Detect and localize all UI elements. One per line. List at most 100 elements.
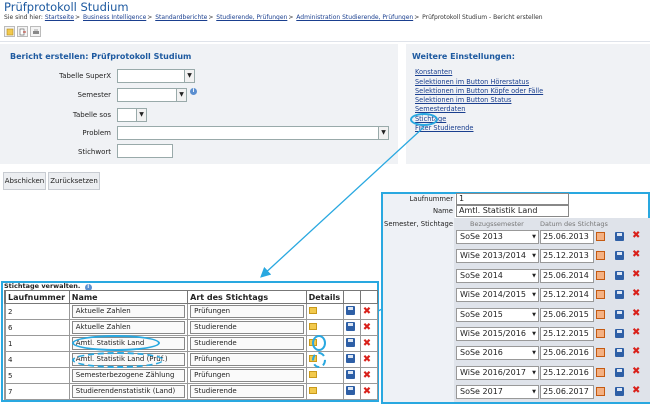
semester-value: SoSe 2016: [460, 348, 503, 358]
delete-icon[interactable]: ✖: [363, 307, 371, 317]
delete-icon[interactable]: ✖: [363, 355, 371, 365]
semester-select[interactable]: WiSe 2015/2016 ▼: [456, 327, 539, 341]
semester-select[interactable]: SoSe 2015 ▼: [456, 307, 539, 322]
delete-icon[interactable]: ✖: [363, 371, 371, 381]
cell-delete: ✖: [359, 367, 379, 384]
date-input[interactable]: 25.06.2014: [540, 268, 594, 283]
semester-select[interactable]: WiSe 2016/2017 ▼: [456, 365, 539, 380]
art-value: Studierende: [190, 337, 304, 350]
save-icon[interactable]: [345, 338, 355, 347]
cell-name: Aktuelle Zahlen: [68, 319, 189, 336]
art-value: Studierende: [190, 321, 304, 334]
save-icon[interactable]: [615, 309, 624, 319]
col-datum: Datum des Stichtags: [540, 220, 608, 228]
date-input[interactable]: 25.06.2013: [540, 230, 594, 244]
delete-icon[interactable]: ✖: [363, 339, 371, 349]
save-icon[interactable]: [615, 270, 624, 280]
chevron-down-icon: ▼: [532, 234, 536, 240]
cell-name: Semesterbezogene Zählung: [68, 367, 189, 384]
delete-icon[interactable]: ✖: [363, 323, 371, 333]
calendar-icon[interactable]: [596, 251, 605, 261]
calendar-icon[interactable]: [596, 270, 605, 280]
save-icon[interactable]: [345, 370, 355, 379]
edit-icon[interactable]: [308, 307, 317, 314]
save-icon[interactable]: [615, 348, 624, 358]
col-art: Art des Stichtags: [187, 290, 307, 304]
delete-icon[interactable]: ✖: [632, 328, 640, 338]
art-value: Studierende: [190, 385, 304, 398]
art-value: Prüfungen: [190, 369, 304, 382]
date-input[interactable]: 25.06.2017: [540, 385, 594, 400]
date-input[interactable]: 25.12.2016: [540, 365, 594, 380]
calendar-icon[interactable]: [596, 387, 605, 397]
col-details: Details: [305, 290, 344, 304]
save-icon[interactable]: [345, 322, 355, 331]
delete-icon[interactable]: ✖: [632, 289, 640, 299]
details-highlight-dashed: [312, 352, 326, 368]
chevron-down-icon: ▼: [532, 311, 536, 318]
cell-delete: ✖: [359, 319, 379, 336]
edit-icon[interactable]: [308, 387, 317, 394]
save-icon[interactable]: [615, 290, 624, 300]
edit-icon[interactable]: [308, 323, 317, 330]
save-icon[interactable]: [345, 354, 355, 363]
date-input[interactable]: 25.12.2015: [540, 327, 594, 341]
chevron-down-icon: ▼: [532, 331, 536, 337]
semester-value: WiSe 2015/2016: [460, 329, 526, 338]
date-input[interactable]: 25.06.2015: [540, 307, 594, 322]
laufnummer-field[interactable]: 1: [456, 193, 569, 205]
delete-icon[interactable]: ✖: [632, 231, 640, 241]
delete-icon[interactable]: ✖: [632, 308, 640, 318]
cell-art: Prüfungen: [187, 303, 307, 320]
semester-select[interactable]: SoSe 2016 ▼: [456, 346, 539, 361]
calendar-icon[interactable]: [596, 290, 605, 300]
save-icon[interactable]: [345, 306, 355, 315]
delete-icon[interactable]: ✖: [632, 347, 640, 357]
col-name: Name: [68, 290, 189, 304]
cell-delete: ✖: [359, 351, 379, 368]
date-input[interactable]: 25.06.2016: [540, 346, 594, 361]
save-icon[interactable]: [615, 367, 624, 377]
save-icon[interactable]: [345, 386, 355, 395]
row-highlight-dashed: [72, 352, 164, 368]
details-highlight: [312, 335, 326, 351]
art-value: Prüfungen: [190, 305, 304, 318]
save-icon[interactable]: [615, 232, 624, 241]
semester-value: SoSe 2014: [460, 270, 503, 280]
delete-icon[interactable]: ✖: [632, 250, 640, 260]
delete-icon[interactable]: ✖: [363, 387, 371, 397]
save-icon[interactable]: [615, 251, 624, 261]
cell-laufnummer: 4: [5, 351, 70, 368]
semester-value: SoSe 2013: [460, 232, 503, 241]
cell-art: Studierende: [187, 319, 307, 336]
save-icon[interactable]: [615, 329, 624, 338]
calendar-icon[interactable]: [596, 348, 605, 358]
calendar-icon[interactable]: [596, 232, 605, 241]
delete-icon[interactable]: ✖: [632, 386, 640, 396]
cell-delete: ✖: [359, 335, 379, 352]
table-row: 5 Semesterbezogene Zählung Prüfungen ✖: [4, 367, 379, 384]
delete-icon[interactable]: ✖: [632, 366, 640, 376]
delete-icon[interactable]: ✖: [632, 269, 640, 279]
calendar-icon[interactable]: [596, 309, 605, 319]
semester-select[interactable]: SoSe 2014 ▼: [456, 268, 539, 283]
edit-icon[interactable]: [308, 371, 317, 378]
save-icon[interactable]: [615, 387, 624, 397]
semester-select[interactable]: SoSe 2013 ▼: [456, 230, 539, 244]
name-field[interactable]: Amtl. Statistik Land: [456, 205, 569, 217]
semester-value: WiSe 2013/2014: [460, 251, 526, 261]
semester-value: SoSe 2017: [460, 387, 503, 397]
date-input[interactable]: 25.12.2013: [540, 249, 594, 264]
chevron-down-icon: ▼: [532, 292, 536, 299]
name-value: Studierendenstatistik (Land): [71, 385, 186, 398]
calendar-icon[interactable]: [596, 329, 605, 338]
col-laufnummer: Laufnummer: [5, 290, 70, 304]
semester-select[interactable]: SoSe 2017 ▼: [456, 385, 539, 400]
calendar-icon[interactable]: [596, 367, 605, 377]
semester-select[interactable]: WiSe 2014/2015 ▼: [456, 288, 539, 303]
chevron-down-icon: ▼: [532, 253, 536, 260]
cell-art: Studierende: [187, 383, 307, 400]
semester-select[interactable]: WiSe 2013/2014 ▼: [456, 249, 539, 264]
cell-art: Studierende: [187, 335, 307, 352]
date-input[interactable]: 25.12.2014: [540, 288, 594, 303]
